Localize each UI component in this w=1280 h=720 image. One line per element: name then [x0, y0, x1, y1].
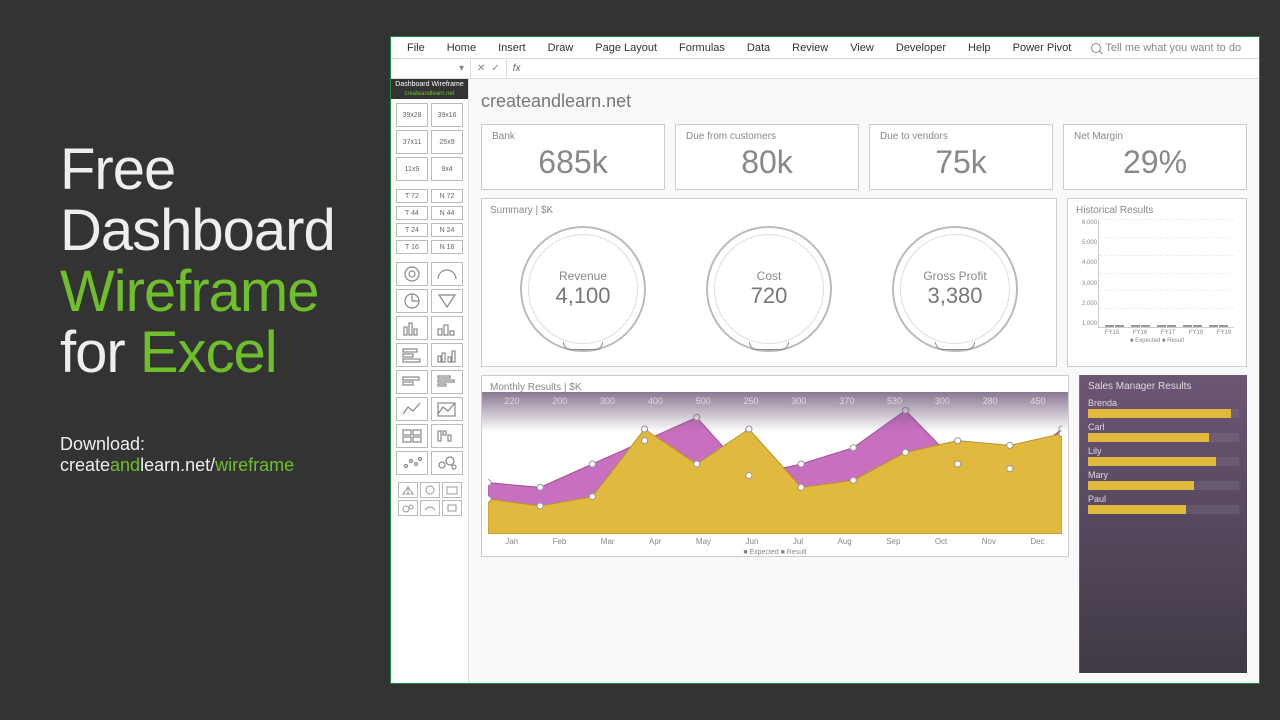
mgr-row: Mary — [1088, 470, 1239, 490]
shape-text-3[interactable]: T 44 — [396, 206, 428, 220]
name-box[interactable]: ▾ — [391, 59, 471, 78]
mgr-row: Carl — [1088, 422, 1239, 442]
shapes-panel: Dashboard Wireframe createandlearn.net 3… — [391, 79, 469, 683]
fx-label[interactable]: fx — [507, 59, 527, 78]
shape-mini-3[interactable] — [442, 482, 462, 498]
shape-mini-6[interactable] — [442, 500, 462, 516]
historical-panel[interactable]: Historical Results 6,0005,0004,0003,0002… — [1067, 198, 1247, 367]
tell-me-search[interactable]: Tell me what you want to do — [1091, 42, 1241, 54]
shape-columns-icon[interactable] — [396, 316, 428, 340]
ribbon-tab-insert[interactable]: Insert — [488, 42, 536, 54]
kpi-row: Bank 685k Due from customers 80k Due to … — [481, 124, 1247, 190]
shape-mini-1[interactable] — [398, 482, 418, 498]
shape-pie-icon[interactable] — [396, 289, 428, 313]
shape-quad-icon[interactable] — [396, 424, 428, 448]
shape-text-1[interactable]: T 72 — [396, 189, 428, 203]
mgr-row: Brenda — [1088, 398, 1239, 418]
ribbon-tab-help[interactable]: Help — [958, 42, 1001, 54]
shape-size-1[interactable]: 39x28 — [396, 103, 428, 127]
shape-text-4[interactable]: N 44 — [431, 206, 463, 220]
shape-hbar2-icon[interactable] — [431, 370, 463, 394]
shape-text-6[interactable]: N 24 — [431, 223, 463, 237]
shapes-subtitle: createandlearn.net — [391, 90, 468, 99]
kpi-bank[interactable]: Bank 685k — [481, 124, 665, 190]
shape-area-icon[interactable] — [431, 397, 463, 421]
shape-size-5[interactable]: 11x9 — [396, 157, 428, 181]
formula-bar: ▾ ✕ ✓ fx — [391, 59, 1259, 79]
ribbon-tab-formulas[interactable]: Formulas — [669, 42, 735, 54]
shape-text-7[interactable]: T 16 — [396, 240, 428, 254]
promo-headline: Free Dashboard Wireframe for Excel — [60, 140, 370, 384]
ribbon-tab-home[interactable]: Home — [437, 42, 486, 54]
ribbon-tab-review[interactable]: Review — [782, 42, 838, 54]
shape-bars-icon[interactable] — [396, 343, 428, 367]
ribbon-tab-developer[interactable]: Developer — [886, 42, 956, 54]
excel-window: File Home Insert Draw Page Layout Formul… — [390, 36, 1260, 684]
summary-panel[interactable]: Summary | $K Revenue 4,100 Cost 720 — [481, 198, 1057, 367]
ribbon-tab-file[interactable]: File — [397, 42, 435, 54]
shape-waterfall-icon[interactable] — [431, 424, 463, 448]
ribbon-tab-power-pivot[interactable]: Power Pivot — [1003, 42, 1082, 54]
shape-hbar-icon[interactable] — [396, 370, 428, 394]
shape-mini-2[interactable] — [420, 482, 440, 498]
shape-size-2[interactable]: 39x16 — [431, 103, 463, 127]
download-link: Download: createandlearn.net/wireframe — [60, 434, 370, 476]
ribbon-tab-data[interactable]: Data — [737, 42, 780, 54]
shape-bubble-icon[interactable] — [431, 451, 463, 475]
mgr-row: Paul — [1088, 494, 1239, 514]
shape-columns2-icon[interactable] — [431, 316, 463, 340]
monthly-panel[interactable]: Monthly Results | $K 2202003004005002503… — [481, 375, 1069, 557]
shape-size-3[interactable]: 37x11 — [396, 130, 428, 154]
shapes-title: Dashboard Wireframe — [391, 79, 468, 90]
shape-mini-5[interactable] — [420, 500, 440, 516]
shape-size-4[interactable]: 25x9 — [431, 130, 463, 154]
search-icon — [1091, 43, 1101, 53]
donut-gross-profit: Gross Profit 3,380 — [892, 226, 1018, 352]
ribbon-tab-page-layout[interactable]: Page Layout — [585, 42, 667, 54]
promo-panel: Free Dashboard Wireframe for Excel Downl… — [0, 0, 390, 720]
cancel-icon[interactable]: ✕ — [477, 63, 485, 74]
shape-text-2[interactable]: N 72 — [431, 189, 463, 203]
confirm-icon[interactable]: ✓ — [491, 63, 499, 74]
dashboard-canvas: createandlearn.net Bank 685k Due from cu… — [469, 79, 1259, 683]
kpi-due-to[interactable]: Due to vendors 75k — [869, 124, 1053, 190]
shape-scatter-icon[interactable] — [396, 451, 428, 475]
workspace: Dashboard Wireframe createandlearn.net 3… — [391, 79, 1259, 683]
kpi-net-margin[interactable]: Net Margin 29% — [1063, 124, 1247, 190]
mgr-row: Lily — [1088, 446, 1239, 466]
sales-manager-panel[interactable]: Sales Manager Results BrendaCarlLilyMary… — [1079, 375, 1247, 673]
monthly-chart — [488, 394, 1062, 534]
shape-text-8[interactable]: N 16 — [431, 240, 463, 254]
donut-cost: Cost 720 — [706, 226, 832, 352]
shape-donut-icon[interactable] — [396, 262, 428, 286]
shape-text-5[interactable]: T 24 — [396, 223, 428, 237]
shape-line-icon[interactable] — [396, 397, 428, 421]
shape-grouped-icon[interactable] — [431, 343, 463, 367]
shape-funnel-icon[interactable] — [431, 289, 463, 313]
shape-mini-4[interactable] — [398, 500, 418, 516]
shape-size-6[interactable]: 9x4 — [431, 157, 463, 181]
page-title: createandlearn.net — [481, 89, 1247, 116]
ribbon-tab-view[interactable]: View — [840, 42, 884, 54]
donut-revenue: Revenue 4,100 — [520, 226, 646, 352]
ribbon: File Home Insert Draw Page Layout Formul… — [391, 37, 1259, 59]
historical-chart: 6,0005,0004,0003,0002,0001,000 — [1098, 220, 1234, 328]
shape-gauge-icon[interactable] — [431, 262, 463, 286]
ribbon-tab-draw[interactable]: Draw — [538, 42, 584, 54]
kpi-due-from[interactable]: Due from customers 80k — [675, 124, 859, 190]
